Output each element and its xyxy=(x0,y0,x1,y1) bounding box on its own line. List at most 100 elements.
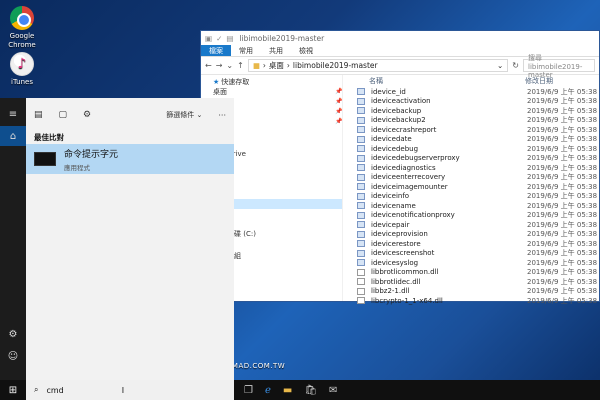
file-date: 2019/6/9 上午 05:38 xyxy=(527,125,598,134)
refresh-icon[interactable]: ↻ xyxy=(512,61,519,70)
file-row[interactable]: idevice_id 2019/6/9 上午 05:38 xyxy=(349,87,599,97)
tab-view[interactable]: 檢視 xyxy=(291,45,321,56)
file-row[interactable]: ideviceactivation 2019/6/9 上午 05:38 xyxy=(349,97,599,107)
address-dropdown-icon[interactable]: ⌄ xyxy=(497,61,503,70)
pin-icon: 📌 xyxy=(335,108,343,115)
file-row[interactable]: libbz2-1.dll 2019/6/9 上午 05:38 xyxy=(349,287,599,297)
home-icon[interactable]: ⌂ xyxy=(0,126,26,146)
file-row[interactable]: idevicerestore 2019/6/9 上午 05:38 xyxy=(349,239,599,249)
task-view-icon[interactable]: ❐ xyxy=(244,385,253,396)
file-date: 2019/6/9 上午 05:38 xyxy=(527,154,598,163)
folder-icon[interactable]: ▣ xyxy=(205,34,212,43)
breadcrumb-folder[interactable]: libimobile2019-master xyxy=(293,61,378,70)
hamburger-menu-icon[interactable]: ≡ xyxy=(0,104,26,124)
taskbar: ⊞ ⌕ cmd I ❐ ℯ ▬ 🛍 ✉ xyxy=(0,380,600,400)
folder-search-input[interactable]: 搜尋 libimobile2019-master xyxy=(523,54,595,79)
application-icon xyxy=(357,107,365,115)
search-query: cmd xyxy=(46,385,64,395)
store-icon[interactable]: 🛍 xyxy=(304,385,317,396)
column-header-row: 名稱 修改日期 xyxy=(349,75,599,87)
nav-item[interactable]: 桌面 📌 xyxy=(201,87,342,97)
checkmark-icon[interactable]: ✓ xyxy=(216,34,222,43)
file-row[interactable]: ideviceprovision 2019/6/9 上午 05:38 xyxy=(349,230,599,240)
file-date: 2019/6/9 上午 05:38 xyxy=(527,249,598,258)
file-row[interactable]: idevicebackup 2019/6/9 上午 05:38 xyxy=(349,106,599,116)
file-explorer-icon[interactable]: ▬ xyxy=(283,385,292,396)
desktop-icon-itunes[interactable]: ♪ iTunes xyxy=(0,52,44,87)
tab-share[interactable]: 共用 xyxy=(261,45,291,56)
column-header-name[interactable]: 名稱 xyxy=(349,76,525,86)
settings-icon[interactable]: ⚙ xyxy=(0,324,26,344)
document-icon[interactable]: ▤ xyxy=(34,110,43,120)
dll-file-icon xyxy=(357,297,365,305)
file-date: 2019/6/9 上午 05:38 xyxy=(527,87,598,96)
mail-icon[interactable]: ✉ xyxy=(329,385,337,396)
desktop-icon-label: iTunes xyxy=(11,78,33,86)
result-subtitle: 應用程式 xyxy=(64,163,90,172)
file-row[interactable]: idevicecrashreport 2019/6/9 上午 05:38 xyxy=(349,125,599,135)
file-name: idevicebackup xyxy=(371,106,422,115)
file-name: idevicerestore xyxy=(371,239,421,248)
taskbar-search-box[interactable]: ⌕ cmd I xyxy=(26,380,234,400)
file-row[interactable]: libcrypto-1_1-x64.dll 2019/6/9 上午 05:38 xyxy=(349,296,599,306)
application-icon xyxy=(357,230,365,238)
application-icon xyxy=(357,97,365,105)
pin-icon: 📌 xyxy=(335,88,343,95)
up-arrow-icon[interactable]: ↑ xyxy=(237,61,244,70)
best-match-result[interactable]: 命令提示字元 應用程式 xyxy=(26,144,234,174)
new-folder-icon[interactable]: ▤ xyxy=(226,34,233,43)
file-row[interactable]: idevicedebug 2019/6/9 上午 05:38 xyxy=(349,144,599,154)
more-icon[interactable]: ··· xyxy=(218,111,226,120)
file-row[interactable]: libbrotlidec.dll 2019/6/9 上午 05:38 xyxy=(349,277,599,287)
start-button[interactable]: ⊞ xyxy=(0,380,26,400)
forward-arrow-icon[interactable]: → xyxy=(216,61,223,70)
star-icon: ★ xyxy=(213,78,220,86)
file-row[interactable]: idevicescreenshot 2019/6/9 上午 05:38 xyxy=(349,249,599,259)
file-row[interactable]: idevicedebugserverproxy 2019/6/9 上午 05:38 xyxy=(349,154,599,164)
gear-icon[interactable]: ⚙ xyxy=(83,110,91,120)
nav-item[interactable]: ★ 快速存取 xyxy=(201,77,342,87)
file-row[interactable]: idevicenotificationproxy 2019/6/9 上午 05:3… xyxy=(349,211,599,221)
file-row[interactable]: libbrotlicommon.dll 2019/6/9 上午 05:38 xyxy=(349,268,599,278)
desktop-icon-chrome[interactable]: Google Chrome xyxy=(0,6,44,50)
file-name: libbrotlicommon.dll xyxy=(371,268,439,277)
breadcrumb-desktop[interactable]: 桌面 xyxy=(269,60,284,71)
file-explorer-window: ▣ ✓ ▤ libimobile2019-master 檔案 常用 共用 檢視 … xyxy=(200,30,600,305)
file-row[interactable]: idevicename 2019/6/9 上午 05:38 xyxy=(349,201,599,211)
file-row[interactable]: idevicedate 2019/6/9 上午 05:38 xyxy=(349,135,599,145)
application-icon xyxy=(357,164,365,172)
pinned-apps: ❐ ℯ ▬ 🛍 ✉ xyxy=(244,385,337,396)
application-icon xyxy=(357,126,365,134)
file-row[interactable]: idevicebackup2 2019/6/9 上午 05:38 xyxy=(349,116,599,126)
application-icon xyxy=(357,173,365,181)
file-name: idevicedebugserverproxy xyxy=(371,154,460,163)
file-row[interactable]: idevicepair 2019/6/9 上午 05:38 xyxy=(349,220,599,230)
file-date: 2019/6/9 上午 05:38 xyxy=(527,116,598,125)
file-row[interactable]: ideviceinfo 2019/6/9 上午 05:38 xyxy=(349,192,599,202)
file-date: 2019/6/9 上午 05:38 xyxy=(527,192,598,201)
file-name: idevicename xyxy=(371,201,416,210)
file-date: 2019/6/9 上午 05:38 xyxy=(527,173,598,182)
tab-file[interactable]: 檔案 xyxy=(201,45,231,56)
pin-icon: 📌 xyxy=(335,98,343,105)
recent-chevron-icon[interactable]: ⌄ xyxy=(226,61,233,70)
file-row[interactable]: idevicesyslog 2019/6/9 上午 05:38 xyxy=(349,258,599,268)
file-date: 2019/6/9 上午 05:38 xyxy=(527,97,598,106)
back-arrow-icon[interactable]: ← xyxy=(205,61,212,70)
page-icon[interactable]: ▢ xyxy=(59,110,68,120)
search-icon: ⌕ xyxy=(34,385,39,394)
file-date: 2019/6/9 上午 05:38 xyxy=(527,211,598,220)
file-date: 2019/6/9 上午 05:38 xyxy=(527,182,598,191)
file-row[interactable]: idevicediagnostics 2019/6/9 上午 05:38 xyxy=(349,163,599,173)
dll-file-icon xyxy=(357,278,365,286)
file-row[interactable]: ideviceenterrecovery 2019/6/9 上午 05:38 xyxy=(349,173,599,183)
tab-home[interactable]: 常用 xyxy=(231,45,261,56)
file-row[interactable]: ideviceimagemounter 2019/6/9 上午 05:38 xyxy=(349,182,599,192)
edge-icon[interactable]: ℯ xyxy=(265,385,271,396)
file-name: idevicenotificationproxy xyxy=(371,211,455,220)
column-header-date[interactable]: 修改日期 xyxy=(525,76,553,86)
filter-dropdown[interactable]: 篩選條件 ⌄ xyxy=(166,110,202,120)
file-date: 2019/6/9 上午 05:38 xyxy=(527,277,598,286)
user-icon[interactable]: ☺ xyxy=(0,346,26,366)
address-field[interactable]: ■ › 桌面 › libimobile2019-master ⌄ xyxy=(247,59,509,72)
